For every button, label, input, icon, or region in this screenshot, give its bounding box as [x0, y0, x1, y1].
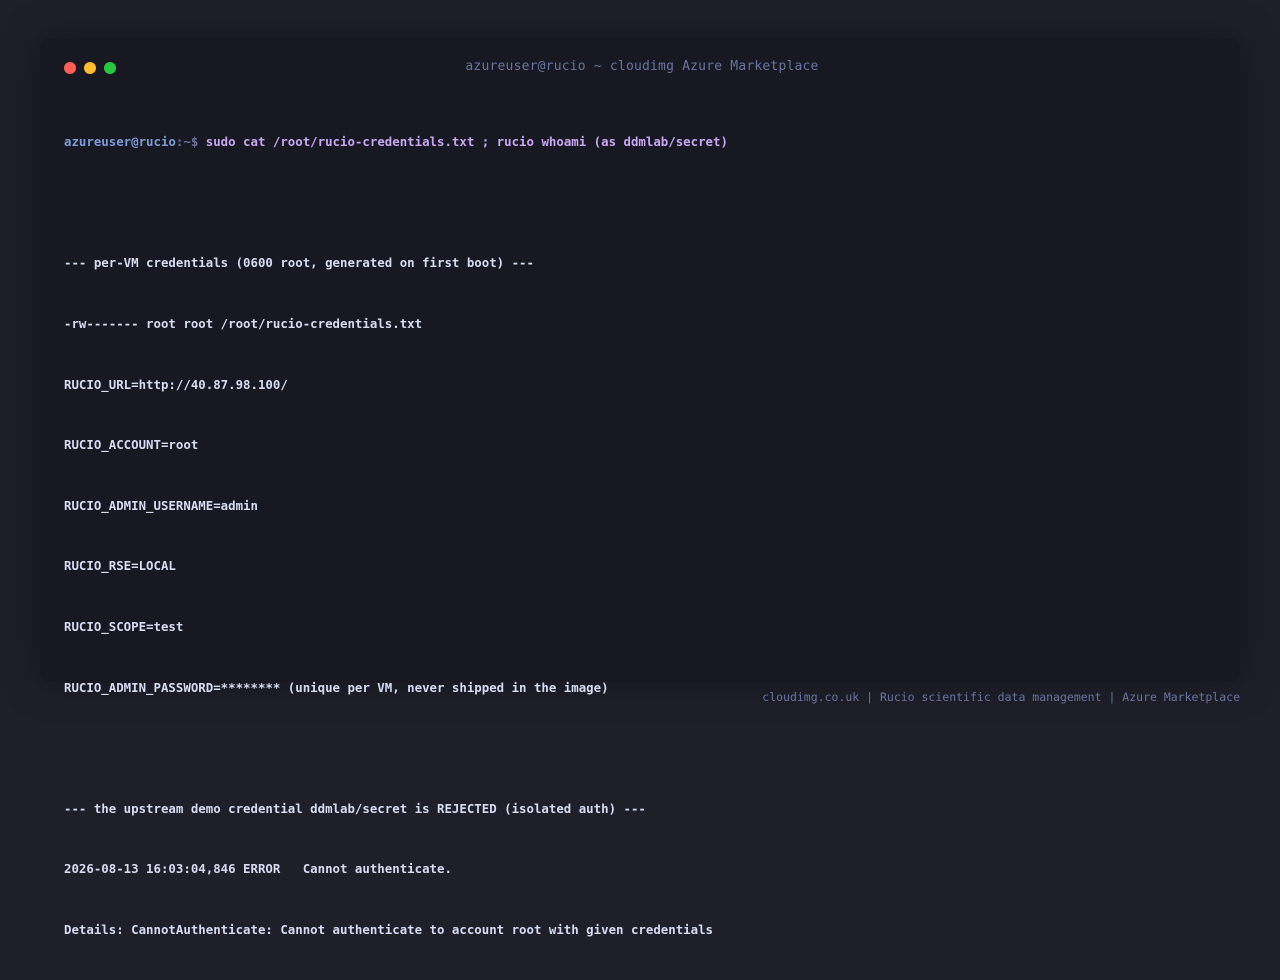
- credential-line-url: RUCIO_URL=http://40.87.98.100/: [64, 376, 288, 392]
- section-header-credentials: --- per-VM credentials (0600 root, gener…: [64, 255, 534, 271]
- command-line: azureuser@rucio:~$ sudo cat /root/rucio-…: [64, 132, 1224, 152]
- prompt-path: :~$: [175, 134, 206, 150]
- error-line: 2026-08-13 16:03:04,846 ERROR Cannot aut…: [64, 861, 452, 877]
- credential-line-scope: RUCIO_SCOPE=test: [64, 618, 184, 634]
- title-bar: azureuser@rucio ~ cloudimg Azure Marketp…: [40, 38, 1240, 98]
- section-header-rejected: --- the upstream demo credential ddmlab/…: [64, 800, 646, 816]
- credential-line-account: RUCIO_ACCOUNT=root: [64, 437, 199, 453]
- credential-line-admin-username: RUCIO_ADMIN_USERNAME=admin: [64, 497, 258, 513]
- error-details-line: Details: CannotAuthenticate: Cannot auth…: [64, 921, 714, 937]
- terminal-output[interactable]: azureuser@rucio:~$ sudo cat /root/rucio-…: [64, 92, 1224, 980]
- credential-line-rse: RUCIO_RSE=LOCAL: [64, 558, 176, 574]
- window-title: azureuser@rucio ~ cloudimg Azure Marketp…: [465, 59, 819, 74]
- command-text: sudo cat /root/rucio-credentials.txt ; r…: [205, 134, 728, 150]
- footer-text: cloudimg.co.uk | Rucio scientific data m…: [762, 690, 1240, 704]
- prompt-user: azureuser@rucio: [64, 134, 176, 150]
- terminal-window: azureuser@rucio ~ cloudimg Azure Marketp…: [40, 38, 1240, 937]
- file-listing-line: -rw------- root root /root/rucio-credent…: [64, 316, 423, 331]
